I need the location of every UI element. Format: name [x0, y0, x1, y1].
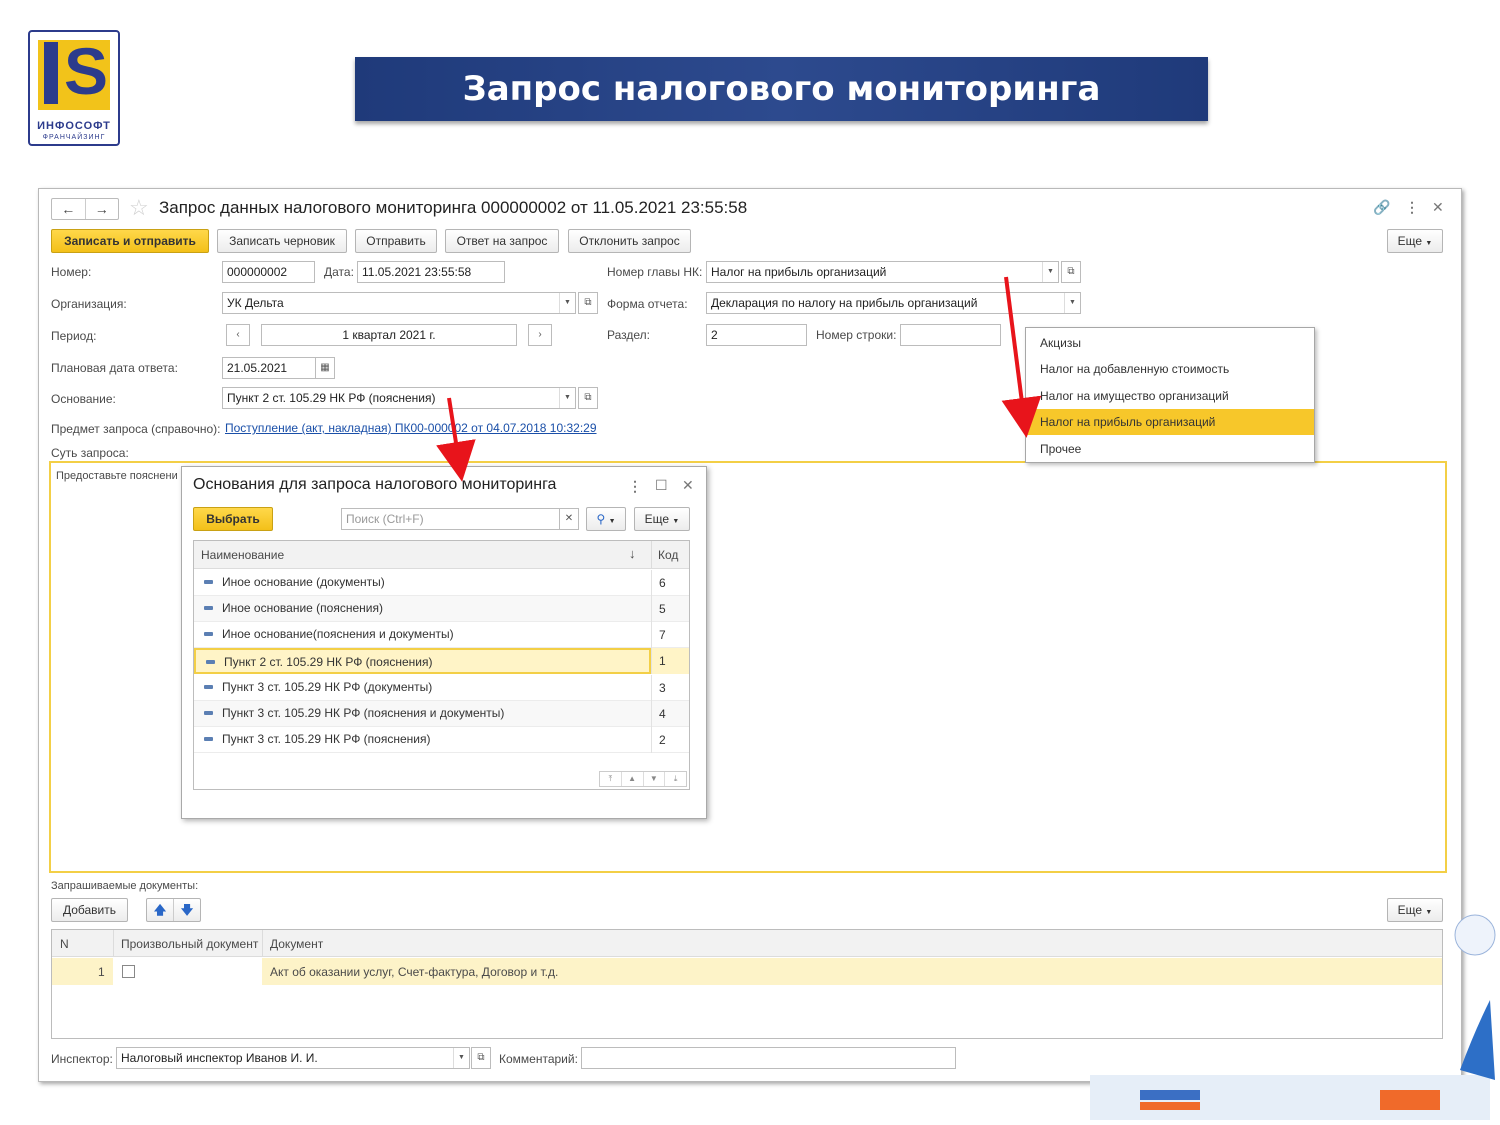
arrow-to-dropdown	[1001, 276, 1042, 438]
arrow-to-dialog	[436, 397, 476, 482]
annotation-arrows	[436, 276, 1042, 482]
